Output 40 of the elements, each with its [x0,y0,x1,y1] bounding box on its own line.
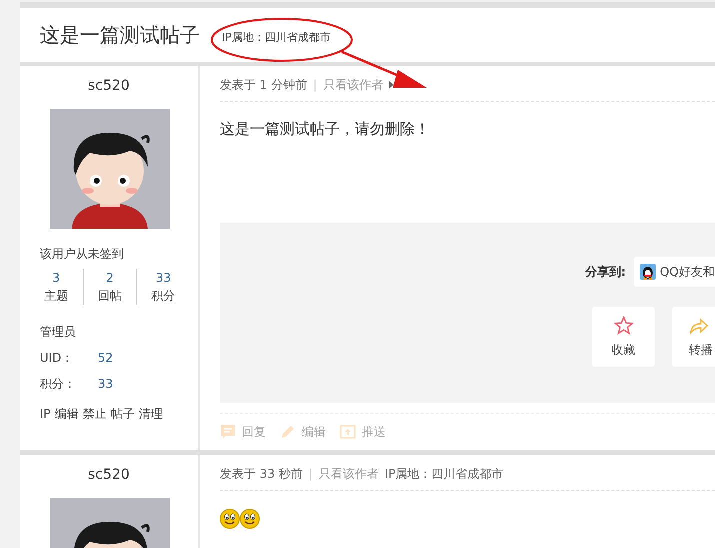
smiley-icon [220,508,240,529]
stat-value[interactable]: 2 [84,269,136,287]
share-label: 分享到: [585,264,626,281]
admin-link[interactable]: 清理 [138,405,163,423]
stat-label[interactable]: 积分 [137,287,190,305]
ip-location: IP属地：四川省成都市 [384,466,504,482]
thread-title: 这是一篇测试帖子 [40,22,200,49]
field-value: 52 [98,350,114,367]
username[interactable]: sc520 [20,465,198,485]
post-text: 这是一篇测试帖子，请勿删除！ [220,119,431,140]
admin-link[interactable]: 帖子 [110,405,135,423]
admin-link[interactable]: 禁止 [82,405,107,423]
post-time: 发表于 1 分钟前 [220,76,308,94]
smiley-icon [240,508,260,529]
username[interactable]: sc520 [20,76,198,96]
pencil-icon [280,424,296,440]
avatar-drawing[interactable] [50,109,170,229]
field-label: 积分： [40,376,77,393]
ip-location: IP属地：四川省成都市 [222,30,331,46]
field-value: 33 [98,376,114,393]
repost-button[interactable]: 转播 [672,307,715,367]
separator: | [313,76,318,94]
favorite-button[interactable]: 收藏 [592,307,655,367]
penguin-icon [640,264,656,280]
speech-bubble-icon [220,424,236,440]
triangle-icon[interactable] [389,80,394,88]
post-time: 发表于 33 秒前 [220,466,303,482]
star-icon [614,316,634,334]
admin-link[interactable]: 编辑 [54,405,79,423]
stat-label[interactable]: 主题 [30,287,83,305]
share-qq-button[interactable]: QQ好友和 [634,257,715,287]
admin-link[interactable]: IP [40,405,51,423]
stat-label[interactable]: 回帖 [84,287,136,305]
user-group: 管理员 [40,323,198,341]
stat-value[interactable]: 33 [137,269,190,287]
stat-value[interactable]: 3 [30,269,83,287]
field-label: UID： [40,350,75,367]
upload-icon [340,424,356,440]
sign-status: 该用户从未签到 [40,246,125,263]
separator: | [308,466,313,482]
